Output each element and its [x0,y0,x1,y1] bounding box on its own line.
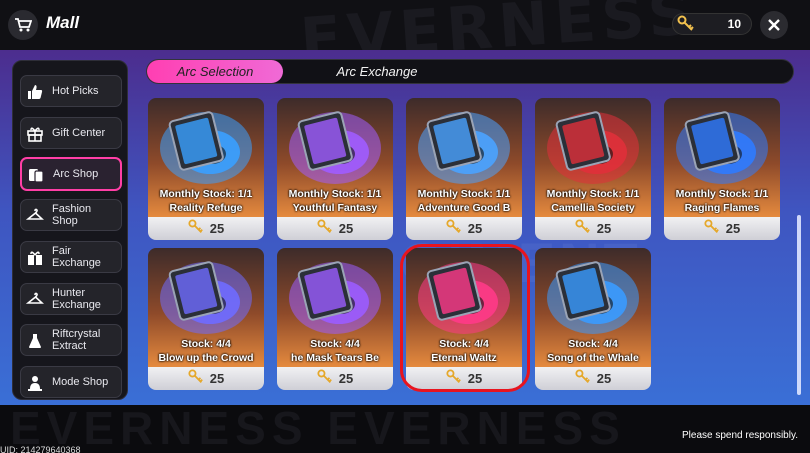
sidebar: Hot Picks Gift Center Arc Shop Fashion S… [12,60,128,400]
currency-amount: 10 [727,17,741,31]
stock-label: Monthly Stock: 1/1 [288,188,382,200]
stock-label: Stock: 4/4 [310,338,360,350]
price-value: 25 [209,221,225,236]
price-value: 25 [467,221,483,236]
stock-label: Stock: 4/4 [568,338,618,350]
arc-item-card[interactable]: Monthly Stock: 1/1 Adventure Good B 25 [406,98,522,240]
stock-label: Stock: 4/4 [439,338,489,350]
tab-arc-exchange[interactable]: Arc Exchange [287,60,467,83]
gift-icon [26,125,44,143]
price-button[interactable]: 25 [148,217,264,240]
price-value: 25 [209,371,225,386]
sidebar-item-hot-picks[interactable]: Hot Picks [20,75,122,107]
trophy-icon [26,374,44,392]
item-name: Eternal Waltz [431,352,497,364]
price-value: 25 [596,221,612,236]
gift-box-icon [26,249,44,267]
user-id: UID: 214279640368 [0,445,81,453]
close-icon [768,19,780,31]
sidebar-item-label: Gift Center [52,127,106,139]
key-icon [317,219,333,238]
arc-item-card[interactable]: Stock: 4/4 Blow up the Crowd 25 [148,248,264,390]
key-icon [575,369,591,388]
price-value: 25 [725,221,741,236]
shopping-cart-icon [8,10,38,40]
arc-item-card[interactable]: Monthly Stock: 1/1 Youthful Fantasy 25 [277,98,393,240]
sidebar-item-gift-center[interactable]: Gift Center [20,117,122,149]
arc-item-card[interactable]: Stock: 4/4 Song of the Whale 25 [535,248,651,390]
sidebar-item-fashion-shop[interactable]: Fashion Shop [20,199,122,231]
sidebar-item-hunter-exchange[interactable]: Hunter Exchange [20,283,122,315]
key-icon [188,369,204,388]
sidebar-item-label: Fair Exchange [52,245,101,269]
sidebar-item-label: Arc Shop [53,168,99,180]
price-button[interactable]: 25 [535,367,651,390]
stock-label: Monthly Stock: 1/1 [159,188,253,200]
arc-item-card[interactable]: Stock: 4/4 Eternal Waltz 25 [406,248,522,390]
price-button[interactable]: 25 [535,217,651,240]
currency-display: 10 [672,13,752,35]
tab-arc-selection[interactable]: Arc Selection [147,60,283,83]
stock-label: Monthly Stock: 1/1 [546,188,640,200]
stock-label: Stock: 4/4 [181,338,231,350]
price-button[interactable]: 25 [277,367,393,390]
close-button[interactable] [760,11,788,39]
cards-icon [27,166,45,184]
price-button[interactable]: 25 [664,217,780,240]
page-title: Mall [46,13,80,32]
sidebar-item-riftcrystal-extract[interactable]: Riftcrystal Extract [20,324,122,356]
stock-label: Monthly Stock: 1/1 [417,188,511,200]
background-watermark: EVERNESS EVERNESS [10,402,626,453]
stock-label: Monthly Stock: 1/1 [675,188,769,200]
sidebar-item-arc-shop[interactable]: Arc Shop [20,157,122,191]
key-icon [188,219,204,238]
sidebar-item-label: Riftcrystal Extract [52,328,101,352]
key-icon [446,369,462,388]
item-name: Blow up the Crowd [158,352,254,364]
flask-icon [26,332,44,350]
sidebar-item-mode-shop[interactable]: Mode Shop [20,366,122,398]
key-icon [677,15,695,38]
item-name: Song of the Whale [547,352,639,364]
sidebar-item-label: Fashion Shop [52,203,92,227]
key-icon [704,219,720,238]
item-name: he Mask Tears Be [291,352,379,364]
spend-notice: Please spend responsibly. [682,430,798,441]
top-bar: EVERNESS Mall 10 [0,0,810,76]
sidebar-item-label: Mode Shop [52,376,109,388]
footer: EVERNESS EVERNESS Please spend responsib… [0,402,810,453]
price-button[interactable]: 25 [148,367,264,390]
arc-item-card[interactable]: Stock: 4/4 he Mask Tears Be 25 [277,248,393,390]
grid-scrollbar[interactable] [797,215,801,395]
item-name: Reality Refuge [169,202,243,214]
item-name: Adventure Good B [417,202,511,214]
arc-item-card[interactable]: Monthly Stock: 1/1 Reality Refuge 25 [148,98,264,240]
hanger-icon [25,291,45,309]
sidebar-item-label: Hot Picks [52,85,99,97]
price-value: 25 [596,371,612,386]
hanger-icon [25,207,45,225]
thumbs-up-icon [26,83,44,101]
tab-bar: Arc Selection Arc Exchange [146,59,794,84]
price-button[interactable]: 25 [406,217,522,240]
key-icon [446,219,462,238]
arc-item-card[interactable]: Monthly Stock: 1/1 Raging Flames 25 [664,98,780,240]
arc-item-card[interactable]: Monthly Stock: 1/1 Camellia Society 25 [535,98,651,240]
item-name: Youthful Fantasy [292,202,378,214]
price-value: 25 [338,221,354,236]
price-value: 25 [338,371,354,386]
price-button[interactable]: 25 [406,367,522,390]
item-name: Camellia Society [551,202,635,214]
key-icon [575,219,591,238]
price-button[interactable]: 25 [277,217,393,240]
item-name: Raging Flames [684,202,760,214]
price-value: 25 [467,371,483,386]
key-icon [317,369,333,388]
sidebar-item-fair-exchange[interactable]: Fair Exchange [20,241,122,273]
sidebar-item-label: Hunter Exchange [52,287,101,311]
